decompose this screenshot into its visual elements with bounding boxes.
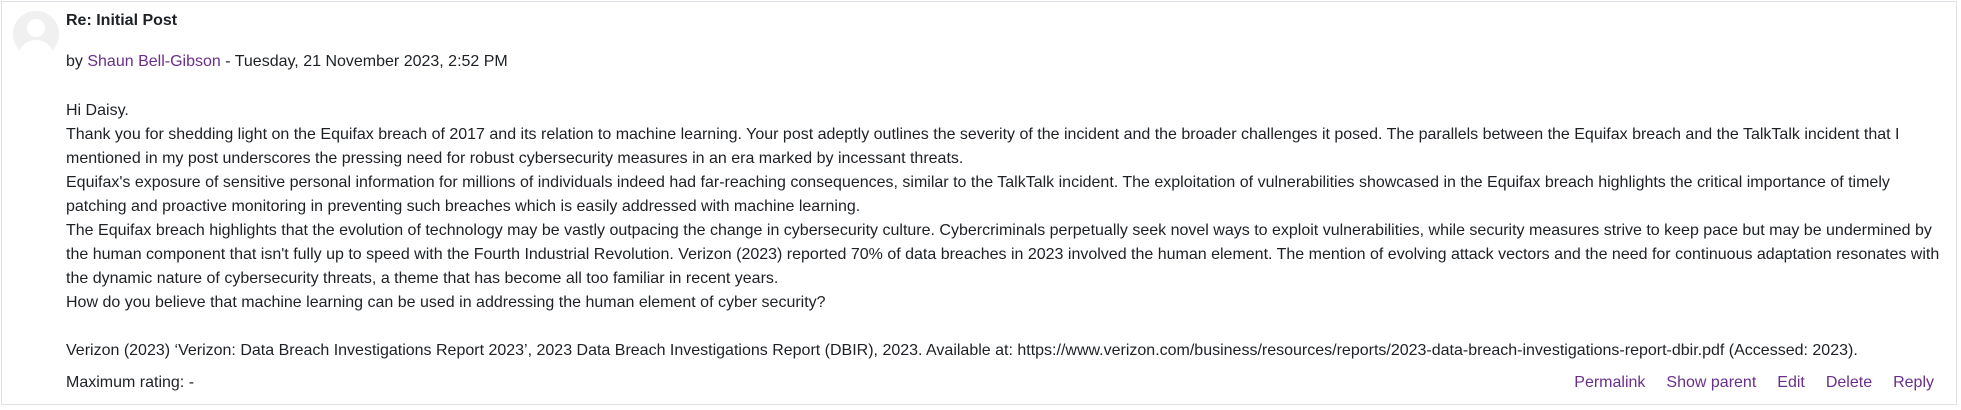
user-avatar-icon[interactable] xyxy=(13,11,59,57)
maximum-rating: Maximum rating: - xyxy=(66,374,195,391)
body-paragraph: Hi Daisy. xyxy=(66,102,129,119)
post-commands: Permalink Show parent Edit Delete Reply xyxy=(1553,372,1934,394)
author-link[interactable]: Shaun Bell-Gibson xyxy=(87,53,220,70)
permalink-link[interactable]: Permalink xyxy=(1574,374,1645,391)
show-parent-link[interactable]: Show parent xyxy=(1666,374,1756,391)
post-body: Hi Daisy. Thank you for shedding light o… xyxy=(66,99,1946,363)
edit-link[interactable]: Edit xyxy=(1777,374,1805,391)
body-paragraph: How do you believe that machine learning… xyxy=(66,294,826,311)
post-byline: by Shaun Bell-Gibson - Tuesday, 21 Novem… xyxy=(66,51,508,73)
post-date: Tuesday, 21 November 2023, 2:52 PM xyxy=(234,53,508,70)
post-subject: Re: Initial Post xyxy=(66,12,178,29)
reference-paragraph: Verizon (2023) ‘Verizon: Data Breach Inv… xyxy=(66,342,1858,359)
by-prefix: by xyxy=(66,53,83,70)
body-paragraph: Equifax's exposure of sensitive personal… xyxy=(66,174,1890,215)
date-separator: - xyxy=(220,53,235,70)
forum-post: Re: Initial Post by Shaun Bell-Gibson - … xyxy=(1,1,1957,405)
paragraph-spacer xyxy=(66,315,1946,339)
reply-link[interactable]: Reply xyxy=(1893,374,1934,391)
body-paragraph: Thank you for shedding light on the Equi… xyxy=(66,126,1900,167)
delete-link[interactable]: Delete xyxy=(1826,374,1872,391)
body-paragraph: The Equifax breach highlights that the e… xyxy=(66,222,1940,287)
